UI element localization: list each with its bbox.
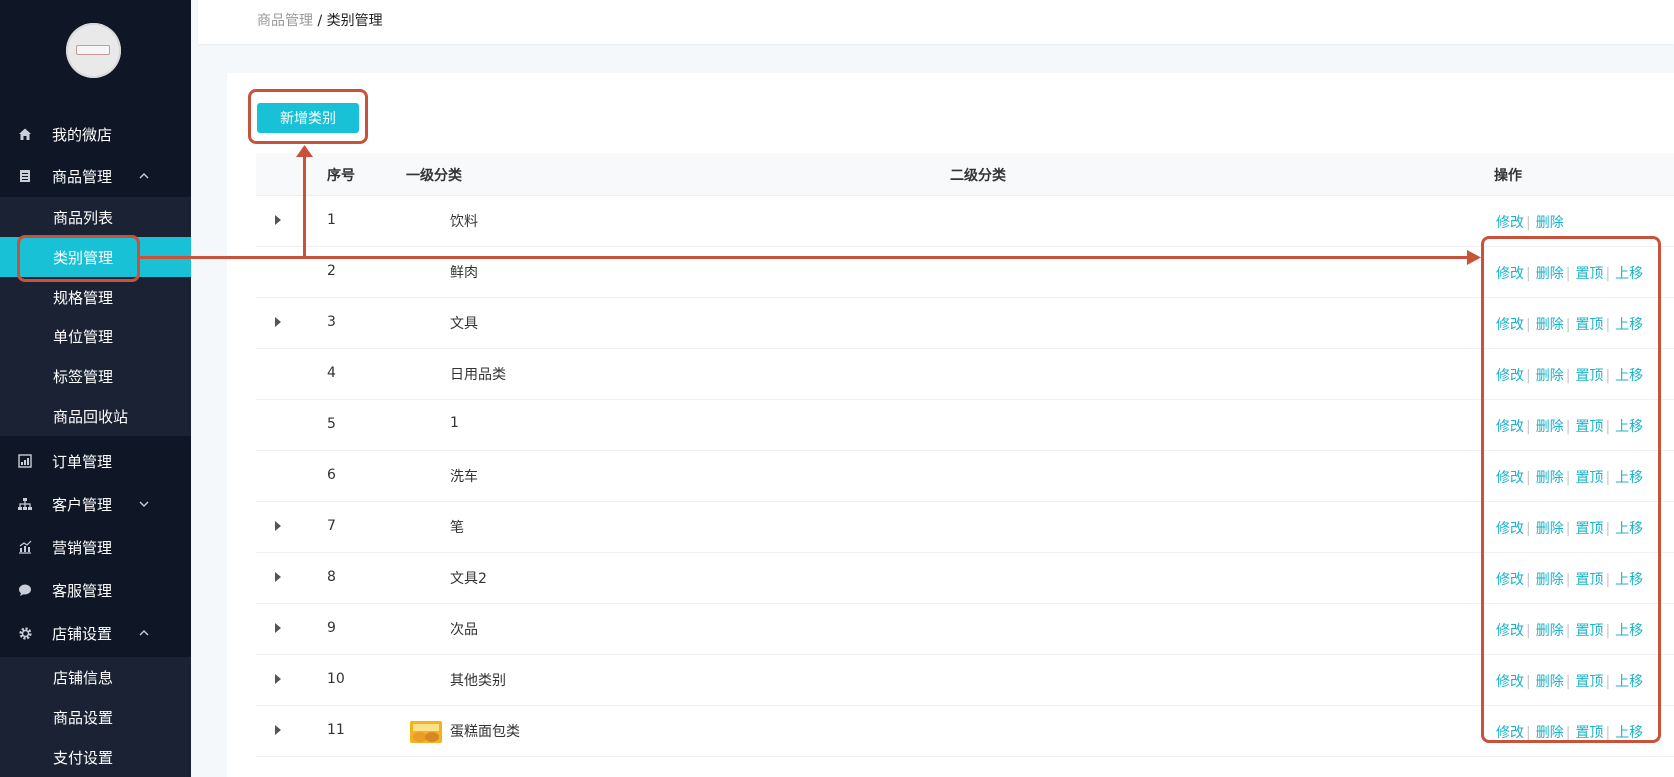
row-index: 10	[327, 671, 345, 687]
expand-arrow-icon[interactable]	[275, 521, 281, 531]
sidebar-item-goods-list[interactable]: 商品列表	[0, 197, 191, 237]
shop-logo	[66, 23, 121, 78]
sidebar-item-label: 我的微店	[52, 125, 113, 144]
org-chart-icon	[17, 496, 33, 512]
row-index: 11	[327, 722, 345, 738]
table-row: 11 蛋糕面包类 修改 | 删除 | 置顶 | 上移	[256, 706, 1674, 757]
sidebar-item-customers[interactable]: 客户管理	[0, 484, 191, 524]
expand-arrow-icon[interactable]	[275, 572, 281, 582]
sidebar-item-marketing[interactable]: 营销管理	[0, 527, 191, 567]
column-header-actions: 操作	[1494, 168, 1522, 184]
sidebar: 我的微店 商品管理 商品列表 类别管理 规格管理 单位管理 标签管理 商品回收站…	[0, 0, 191, 777]
trend-chart-icon	[17, 539, 33, 555]
breadcrumb-separator: /	[313, 13, 327, 29]
table-row: 5 1 修改 | 删除 | 置顶 | 上移	[256, 400, 1674, 451]
chevron-up-icon	[139, 169, 149, 183]
table-row: 1 饮料 修改 | 删除	[256, 196, 1674, 247]
annotation-box-sidebar	[17, 235, 140, 282]
expand-arrow-icon[interactable]	[275, 317, 281, 327]
row-index: 5	[327, 416, 336, 432]
row-category-name: 笔	[450, 520, 464, 536]
row-category-name: 文具	[450, 316, 478, 332]
sidebar-item-recycle-bin[interactable]: 商品回收站	[0, 396, 191, 436]
sidebar-item-goods[interactable]: 商品管理	[0, 156, 191, 196]
column-header-index: 序号	[327, 168, 355, 184]
table-row: 4 日用品类 修改 | 删除 | 置顶 | 上移	[256, 349, 1674, 400]
table-row: 8 文具2 修改 | 删除 | 置顶 | 上移	[256, 553, 1674, 604]
row-index: 3	[327, 314, 336, 330]
column-header-level1: 一级分类	[406, 168, 462, 184]
expand-arrow-icon[interactable]	[275, 623, 281, 633]
table-row: 2 鲜肉 修改 | 删除 | 置顶 | 上移	[256, 247, 1674, 298]
sidebar-item-shop-settings[interactable]: 店铺设置	[0, 613, 191, 653]
row-category-name: 其他类别	[450, 673, 506, 689]
sidebar-item-label: 客服管理	[52, 581, 113, 600]
bar-chart-icon	[17, 453, 33, 469]
sidebar-item-label: 商品管理	[52, 167, 113, 186]
row-index: 9	[327, 620, 336, 636]
breadcrumb-current: 类别管理	[326, 13, 383, 29]
row-index: 1	[327, 212, 336, 228]
row-category-name: 洗车	[450, 469, 478, 485]
row-category-name: 文具2	[450, 571, 487, 587]
row-category-name: 鲜肉	[450, 265, 478, 281]
row-index: 7	[327, 518, 336, 534]
home-icon	[17, 126, 33, 142]
row-index: 4	[327, 365, 336, 381]
goods-submenu: 商品列表 类别管理 规格管理 单位管理 标签管理 商品回收站	[0, 197, 191, 436]
annotation-box-actions	[1481, 236, 1661, 743]
table-row: 6 洗车 修改 | 删除 | 置顶 | 上移	[256, 451, 1674, 502]
row-category-name: 1	[450, 415, 459, 431]
sidebar-item-tag-manage[interactable]: 标签管理	[0, 356, 191, 396]
sidebar-item-shop-info[interactable]: 店铺信息	[0, 657, 191, 697]
sidebar-item-my-shop[interactable]: 我的微店	[0, 114, 191, 154]
edit-link[interactable]: 修改	[1496, 215, 1524, 231]
annotation-arrowhead-right-icon	[1467, 250, 1481, 265]
category-thumbnail-image	[410, 721, 442, 743]
sidebar-item-orders[interactable]: 订单管理	[0, 441, 191, 481]
sidebar-item-label: 店铺设置	[52, 624, 113, 643]
breadcrumb: 商品管理 / 类别管理	[257, 10, 383, 30]
chevron-up-icon	[139, 626, 149, 640]
table-row: 10 其他类别 修改 | 删除 | 置顶 | 上移	[256, 655, 1674, 706]
expand-arrow-icon[interactable]	[275, 725, 281, 735]
row-category-name: 日用品类	[450, 367, 506, 383]
gear-icon	[17, 625, 33, 641]
row-index: 2	[327, 263, 336, 279]
topbar: 商品管理 / 类别管理	[198, 0, 1674, 44]
breadcrumb-parent[interactable]: 商品管理	[257, 13, 313, 29]
row-category-name: 饮料	[450, 214, 478, 230]
annotation-arrow-line	[140, 256, 1470, 259]
table-header: 序号 一级分类 二级分类 操作	[256, 153, 1674, 196]
column-header-level2: 二级分类	[950, 168, 1006, 184]
row-category-name: 蛋糕面包类	[450, 724, 520, 740]
sidebar-item-payment-settings[interactable]: 支付设置	[0, 737, 191, 777]
annotation-arrow-line-vertical	[303, 154, 306, 258]
sidebar-item-label: 营销管理	[52, 538, 113, 557]
table-row: 7 笔修改 | 删除 | 置顶 | 上移	[256, 502, 1674, 553]
annotation-box-add-button	[248, 89, 368, 144]
sidebar-item-unit-manage[interactable]: 单位管理	[0, 316, 191, 356]
sidebar-item-goods-settings[interactable]: 商品设置	[0, 697, 191, 737]
document-icon	[17, 168, 33, 184]
chat-bubble-icon	[17, 582, 33, 598]
expand-arrow-icon[interactable]	[275, 215, 281, 225]
row-category-name: 次品	[450, 622, 478, 638]
chevron-down-icon	[139, 497, 149, 511]
annotation-arrowhead-up-icon	[296, 145, 313, 157]
delete-link[interactable]: 删除	[1536, 215, 1564, 231]
shop-settings-submenu: 店铺信息 商品设置 支付设置	[0, 657, 191, 777]
row-index: 6	[327, 467, 336, 483]
sidebar-item-label: 客户管理	[52, 495, 113, 514]
sidebar-item-label: 订单管理	[52, 452, 113, 471]
table-row: 3 文具 修改 | 删除 | 置顶 | 上移	[256, 298, 1674, 349]
table-row: 9 次品 修改 | 删除 | 置顶 | 上移	[256, 604, 1674, 655]
action-separator: |	[1526, 215, 1531, 231]
expand-arrow-icon[interactable]	[275, 674, 281, 684]
row-actions: 修改 | 删除	[1496, 212, 1564, 232]
sidebar-item-customer-service[interactable]: 客服管理	[0, 570, 191, 610]
sidebar-item-spec-manage[interactable]: 规格管理	[0, 277, 191, 317]
row-index: 8	[327, 569, 336, 585]
logo-mark-icon	[76, 45, 110, 55]
